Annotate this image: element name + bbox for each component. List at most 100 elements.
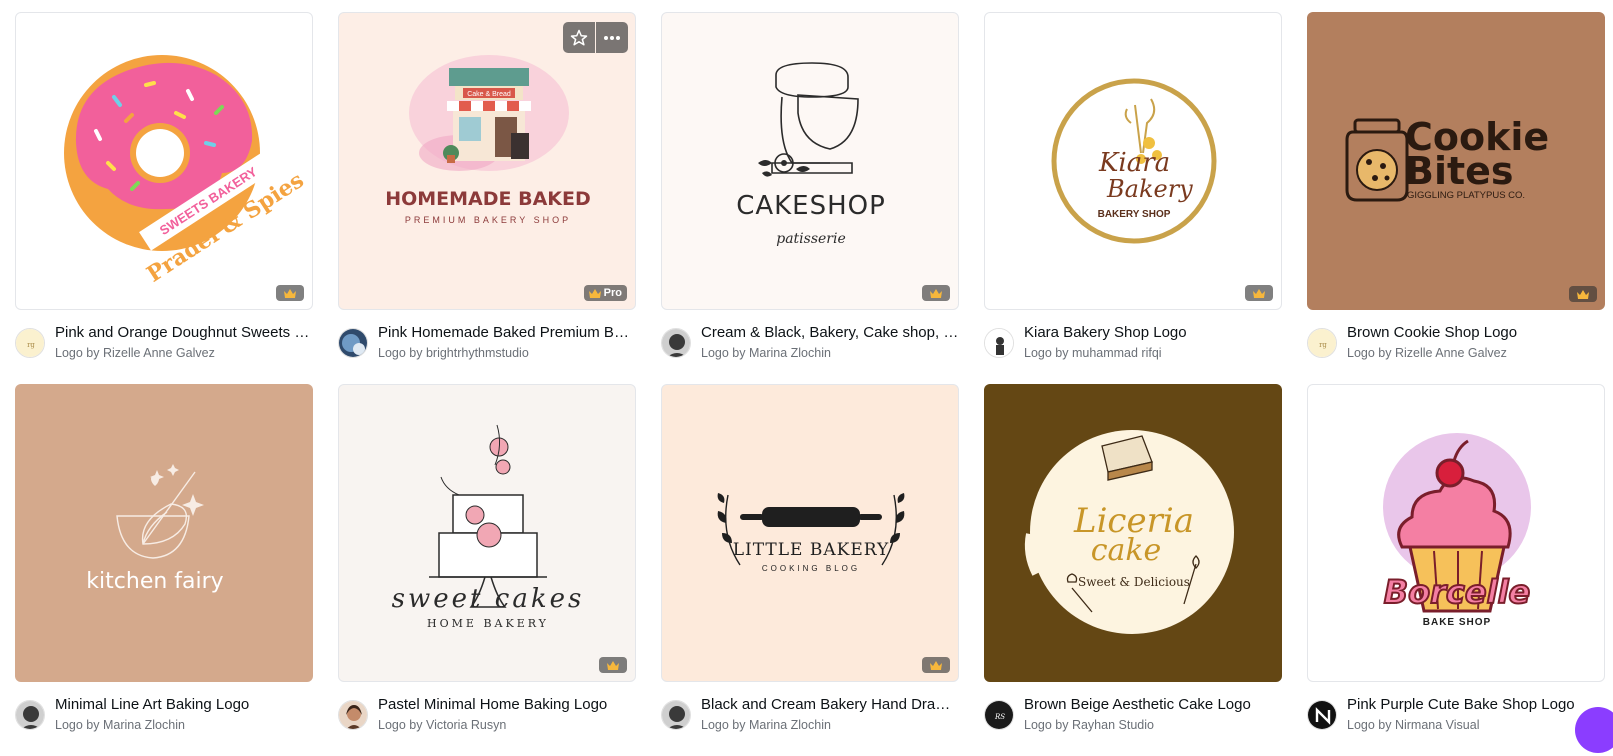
avatar[interactable]: RS bbox=[984, 700, 1014, 730]
template-author[interactable]: Logo by Victoria Rusyn bbox=[378, 717, 636, 733]
template-author[interactable]: Logo by muhammad rifqi bbox=[1024, 345, 1282, 361]
template-card[interactable]: SWEETS BAKERY Pradel & Spies rg Pink and… bbox=[15, 12, 313, 384]
template-thumbnail[interactable]: Borcelle BAKE SHOP bbox=[1307, 384, 1605, 682]
art-text-1: HOMEMADE BAKED bbox=[385, 188, 591, 210]
art-text-3: BAKERY SHOP bbox=[1098, 209, 1171, 220]
template-thumbnail[interactable]: Liceria cake Sweet & Delicious bbox=[984, 384, 1282, 682]
template-author[interactable]: Logo by Nirmana Visual bbox=[1347, 717, 1605, 733]
avatar[interactable] bbox=[984, 328, 1014, 358]
tiered-cake-logo-art: sweet cakes HOME BAKERY bbox=[392, 424, 585, 630]
crown-icon bbox=[1577, 289, 1589, 299]
pro-label: Pro bbox=[603, 287, 622, 299]
template-title[interactable]: Minimal Line Art Baking Logo bbox=[55, 695, 313, 715]
avatar[interactable] bbox=[338, 700, 368, 730]
art-text-2: cake bbox=[1091, 533, 1162, 568]
template-title[interactable]: Pink Homemade Baked Premium Bakery Shop … bbox=[378, 323, 636, 343]
rolling-pin-logo-art: LITTLE BAKERY COOKING BLOG bbox=[717, 493, 905, 573]
art-text-2: BAKE SHOP bbox=[1423, 617, 1491, 628]
liceria-logo-art: Liceria cake Sweet & Delicious bbox=[1024, 430, 1234, 634]
template-thumbnail[interactable]: sweet cakes HOME BAKERY bbox=[338, 384, 636, 682]
template-card[interactable]: kitchen fairy Minimal Line Art Baking Lo… bbox=[15, 384, 313, 756]
premium-badge bbox=[276, 285, 304, 301]
premium-badge bbox=[922, 285, 950, 301]
template-meta: rg Brown Cookie Shop Logo Logo by Rizell… bbox=[1307, 323, 1605, 363]
more-dots-icon bbox=[604, 35, 620, 40]
template-thumbnail[interactable]: Cake & Bread HOMEMADE BAKED PREMIUM BAKE… bbox=[338, 12, 636, 310]
template-title[interactable]: Black and Cream Bakery Hand Drawn Logo bbox=[701, 695, 959, 715]
premium-badge bbox=[922, 657, 950, 673]
template-author[interactable]: Logo by Rizelle Anne Galvez bbox=[1347, 345, 1605, 361]
crown-icon bbox=[607, 660, 619, 670]
template-card[interactable]: LITTLE BAKERY COOKING BLOG Black and Cre… bbox=[661, 384, 959, 756]
art-text-2: PREMIUM BAKERY SHOP bbox=[405, 215, 571, 225]
favorite-button[interactable] bbox=[563, 22, 595, 53]
art-text-1: CAKESHOP bbox=[736, 191, 886, 221]
template-author[interactable]: Logo by Marina Zlochin bbox=[701, 717, 959, 733]
avatar[interactable] bbox=[661, 328, 691, 358]
template-title[interactable]: Pink and Orange Doughnut Sweets Bakery L… bbox=[55, 323, 313, 343]
svg-text:rg: rg bbox=[1319, 341, 1327, 349]
template-meta: Pink Purple Cute Bake Shop Logo Logo by … bbox=[1307, 695, 1605, 735]
avatar[interactable] bbox=[15, 700, 45, 730]
art-text-1: sweet cakes bbox=[392, 584, 585, 614]
art-text-1: kitchen fairy bbox=[86, 569, 223, 594]
template-card[interactable]: Liceria cake Sweet & Delicious RS Brown … bbox=[984, 384, 1282, 756]
cookie-logo-art: Cookie Bites GIGGLING PLATYPUS CO. bbox=[1345, 115, 1549, 202]
crown-icon bbox=[930, 288, 942, 298]
template-card[interactable]: Cake & Bread HOMEMADE BAKED PREMIUM BAKE… bbox=[338, 12, 636, 384]
template-meta: Minimal Line Art Baking Logo Logo by Mar… bbox=[15, 695, 313, 735]
template-title[interactable]: Brown Cookie Shop Logo bbox=[1347, 323, 1605, 343]
template-meta: Kiara Bakery Shop Logo Logo by muhammad … bbox=[984, 323, 1282, 363]
art-text-2: Bites bbox=[1405, 149, 1514, 193]
cupcake-logo-art: Borcelle BAKE SHOP bbox=[1383, 433, 1531, 628]
pro-badge: Pro bbox=[583, 285, 627, 301]
more-options-button[interactable] bbox=[596, 22, 628, 53]
kiara-logo-art: Kiara Bakery BAKERY SHOP bbox=[1051, 78, 1217, 244]
avatar[interactable] bbox=[1307, 700, 1337, 730]
template-title[interactable]: Cream & Black, Bakery, Cake shop, Patiss… bbox=[701, 323, 959, 343]
template-title[interactable]: Kiara Bakery Shop Logo bbox=[1024, 323, 1282, 343]
template-thumbnail[interactable]: Kiara Bakery BAKERY SHOP bbox=[984, 12, 1282, 310]
template-thumbnail[interactable]: kitchen fairy bbox=[15, 384, 313, 682]
template-meta: RS Brown Beige Aesthetic Cake Logo Logo … bbox=[984, 695, 1282, 735]
template-meta: Black and Cream Bakery Hand Drawn Logo L… bbox=[661, 695, 959, 735]
template-title[interactable]: Brown Beige Aesthetic Cake Logo bbox=[1024, 695, 1282, 715]
storefront-logo-art: Cake & Bread HOMEMADE BAKED PREMIUM BAKE… bbox=[385, 55, 591, 225]
crown-icon bbox=[588, 288, 601, 298]
template-author[interactable]: Logo by brightrhythmstudio bbox=[378, 345, 636, 361]
template-author[interactable]: Logo by Marina Zlochin bbox=[701, 345, 959, 361]
avatar[interactable] bbox=[338, 328, 368, 358]
template-thumbnail[interactable]: CAKESHOP patisserie bbox=[661, 12, 959, 310]
template-thumbnail[interactable]: Cookie Bites GIGGLING PLATYPUS CO. bbox=[1307, 12, 1605, 310]
mixer-logo-art: CAKESHOP patisserie bbox=[736, 62, 886, 247]
template-author[interactable]: Logo by Rizelle Anne Galvez bbox=[55, 345, 313, 361]
template-card[interactable]: sweet cakes HOME BAKERY Pastel Minimal H… bbox=[338, 384, 636, 756]
template-author[interactable]: Logo by Marina Zlochin bbox=[55, 717, 313, 733]
template-title[interactable]: Pink Purple Cute Bake Shop Logo bbox=[1347, 695, 1605, 715]
template-card[interactable]: Cookie Bites GIGGLING PLATYPUS CO. rg Br… bbox=[1307, 12, 1605, 384]
crown-icon bbox=[930, 660, 942, 670]
art-text-1: Kiara bbox=[1098, 148, 1170, 178]
art-text-1: LITTLE BAKERY bbox=[733, 540, 889, 560]
template-author[interactable]: Logo by Rayhan Studio bbox=[1024, 717, 1282, 733]
premium-badge bbox=[1245, 285, 1273, 301]
template-thumbnail[interactable]: SWEETS BAKERY Pradel & Spies bbox=[15, 12, 313, 310]
art-text-2: Bakery bbox=[1106, 175, 1193, 203]
svg-text:rg: rg bbox=[27, 341, 35, 349]
art-text-1: Borcelle bbox=[1384, 573, 1530, 611]
art-text-2: patisserie bbox=[776, 231, 846, 247]
svg-text:RS: RS bbox=[994, 713, 1005, 721]
template-card[interactable]: Borcelle BAKE SHOP Pink Purple Cute Bake… bbox=[1307, 384, 1605, 756]
template-meta: rg Pink and Orange Doughnut Sweets Baker… bbox=[15, 323, 313, 363]
avatar[interactable]: rg bbox=[15, 328, 45, 358]
whisk-logo-art: kitchen fairy bbox=[86, 464, 224, 594]
template-card[interactable]: CAKESHOP patisserie Cream & Black, Baker… bbox=[661, 12, 959, 384]
template-thumbnail[interactable]: LITTLE BAKERY COOKING BLOG bbox=[661, 384, 959, 682]
avatar[interactable]: rg bbox=[1307, 328, 1337, 358]
floating-action-button[interactable] bbox=[1575, 707, 1613, 753]
template-card[interactable]: Kiara Bakery BAKERY SHOP Kiara Bakery Sh… bbox=[984, 12, 1282, 384]
avatar[interactable] bbox=[661, 700, 691, 730]
doughnut-logo-art: SWEETS BAKERY Pradel & Spies bbox=[64, 55, 309, 288]
template-title[interactable]: Pastel Minimal Home Baking Logo bbox=[378, 695, 636, 715]
template-meta: Cream & Black, Bakery, Cake shop, Patiss… bbox=[661, 323, 959, 363]
